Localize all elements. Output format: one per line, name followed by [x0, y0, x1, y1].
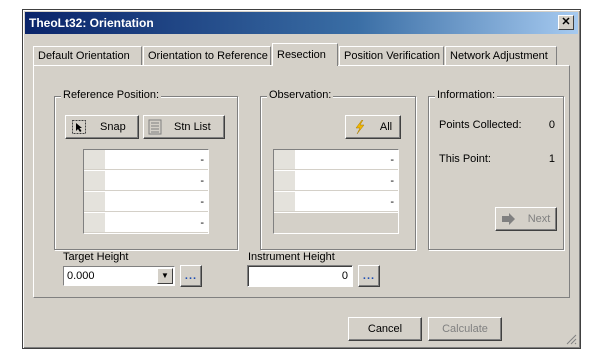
- stn-list-button[interactable]: Stn List: [143, 115, 225, 139]
- lightning-icon: [355, 120, 365, 134]
- resection-panel: Reference Position: Snap Stn List - - - …: [33, 65, 570, 298]
- tab-label: Orientation to Reference: [148, 50, 268, 62]
- table-cell[interactable]: -: [105, 213, 204, 232]
- observation-group: Observation: All - - -: [260, 89, 416, 250]
- table-row[interactable]: -: [84, 213, 208, 233]
- table-cell[interactable]: -: [105, 150, 204, 169]
- all-button[interactable]: All: [345, 115, 401, 139]
- tab-resection[interactable]: Resection: [272, 43, 338, 66]
- snap-button[interactable]: Snap: [65, 115, 139, 139]
- table-cell[interactable]: -: [105, 192, 204, 211]
- table-cell[interactable]: -: [295, 192, 394, 211]
- row-header: [84, 171, 105, 190]
- reference-position-grid[interactable]: - - - -: [83, 149, 209, 234]
- table-row[interactable]: -: [274, 171, 398, 191]
- stn-list-label: Stn List: [174, 121, 211, 133]
- chevron-down-icon[interactable]: ▼: [157, 268, 173, 284]
- points-collected-label: Points Collected:: [439, 119, 522, 131]
- reference-position-group: Reference Position: Snap Stn List - - - …: [54, 89, 238, 250]
- tab-orientation-to-reference[interactable]: Orientation to Reference: [143, 46, 271, 66]
- table-cell[interactable]: -: [295, 171, 394, 190]
- instrument-height-browse-button[interactable]: ...: [358, 265, 380, 287]
- target-height-value: 0.000: [67, 270, 95, 282]
- list-icon: [148, 119, 162, 135]
- close-icon: ✕: [561, 16, 571, 28]
- cursor-select-icon: [72, 120, 86, 134]
- information-group: Information: Points Collected: 0 This Po…: [428, 89, 564, 250]
- cancel-label: Cancel: [367, 323, 403, 335]
- observation-legend: Observation:: [267, 89, 334, 101]
- instrument-height-value: 0: [341, 270, 348, 282]
- cancel-button[interactable]: Cancel: [348, 317, 422, 341]
- observation-grid[interactable]: - - -: [273, 149, 399, 234]
- ellipsis-icon: ...: [362, 270, 376, 282]
- ellipsis-icon: ...: [184, 270, 198, 282]
- instrument-height-input[interactable]: 0: [247, 265, 353, 287]
- title-bar[interactable]: TheoLt32: Orientation ✕: [25, 12, 578, 34]
- tab-position-verification[interactable]: Position Verification: [339, 46, 444, 66]
- row-header: [274, 150, 295, 169]
- tab-label: Position Verification: [344, 50, 440, 62]
- all-label: All: [379, 121, 393, 133]
- target-height-select[interactable]: 0.000 ▼: [63, 266, 175, 286]
- calculate-label: Calculate: [442, 323, 488, 335]
- arrow-right-icon: [501, 213, 515, 225]
- this-point-value: 1: [548, 153, 555, 165]
- table-cell[interactable]: -: [295, 150, 394, 169]
- next-button[interactable]: Next: [495, 207, 557, 231]
- tab-label: Resection: [277, 49, 326, 61]
- table-row[interactable]: -: [84, 150, 208, 170]
- table-row[interactable]: -: [274, 192, 398, 212]
- table-row[interactable]: -: [274, 150, 398, 170]
- grid-empty-area: [274, 213, 398, 233]
- row-header: [274, 192, 295, 211]
- tab-label: Default Orientation: [38, 50, 130, 62]
- points-collected-value: 0: [548, 119, 555, 131]
- tab-default-orientation[interactable]: Default Orientation: [33, 46, 142, 66]
- target-height-browse-button[interactable]: ...: [180, 265, 202, 287]
- instrument-height-label: Instrument Height: [248, 251, 335, 263]
- information-legend: Information:: [435, 89, 498, 101]
- window-title: TheoLt32: Orientation: [29, 16, 154, 30]
- this-point-label: This Point:: [439, 153, 491, 165]
- resize-grip-icon[interactable]: [565, 333, 577, 345]
- calculate-button[interactable]: Calculate: [428, 317, 502, 341]
- row-header: [274, 171, 295, 190]
- target-height-label: Target Height: [63, 251, 129, 263]
- row-header: [84, 192, 105, 211]
- table-row[interactable]: -: [84, 171, 208, 191]
- tab-network-adjustment[interactable]: Network Adjustment: [445, 46, 557, 66]
- close-button[interactable]: ✕: [558, 15, 574, 30]
- row-header: [84, 213, 105, 232]
- table-row[interactable]: -: [84, 192, 208, 212]
- orientation-dialog: TheoLt32: Orientation ✕ Default Orientat…: [22, 9, 581, 349]
- next-label: Next: [527, 213, 551, 225]
- tab-label: Network Adjustment: [450, 50, 548, 62]
- snap-label: Snap: [100, 121, 126, 133]
- reference-position-legend: Reference Position:: [61, 89, 161, 101]
- table-cell[interactable]: -: [105, 171, 204, 190]
- row-header: [84, 150, 105, 169]
